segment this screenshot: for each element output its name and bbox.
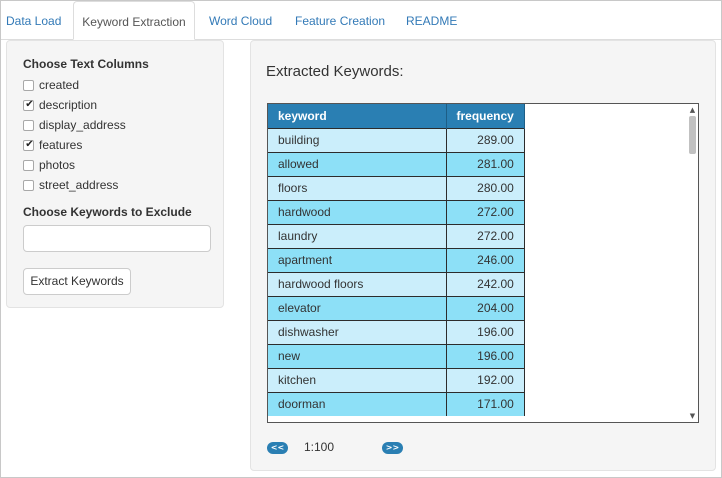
- table-row[interactable]: laundry 272.00: [268, 223, 525, 248]
- table-row[interactable]: new 196.00: [268, 343, 525, 368]
- tab-data-load[interactable]: Data Load: [6, 1, 61, 39]
- keywords-table-container[interactable]: keyword frequency building 289.00 allowed 2…: [267, 103, 699, 423]
- table-scrollbar[interactable]: ▲ ▼: [687, 104, 698, 422]
- table-body: building 289.00 allowed 281.00 floors 280.00 h…: [268, 127, 525, 416]
- column-header-frequency[interactable]: frequency: [446, 104, 525, 128]
- next-page-button[interactable]: >>: [382, 442, 403, 454]
- check-icon: ✔: [25, 99, 34, 110]
- checkbox[interactable]: ✔: [23, 99, 34, 111]
- checkbox-label: photos: [39, 158, 76, 172]
- checkbox[interactable]: ✔: [23, 139, 34, 151]
- frequency-cell: 196.00: [446, 343, 525, 368]
- frequency-cell: 281.00: [446, 151, 525, 176]
- main-panel: Extracted Keywords: keyword frequency bu…: [250, 40, 716, 471]
- frequency-cell: 246.00: [446, 247, 525, 272]
- previous-page-button[interactable]: <<: [267, 442, 288, 454]
- sidebar-panel: Choose Text Columns created ✔ descriptio…: [6, 40, 224, 308]
- frequency-cell: 280.00: [446, 175, 525, 200]
- scroll-thumb[interactable]: [689, 116, 696, 154]
- scroll-down-arrow-icon[interactable]: ▼: [687, 411, 698, 421]
- tab-bar: Data Load Keyword Extraction Word Cloud …: [1, 1, 721, 40]
- table-header-row: keyword frequency: [268, 104, 525, 128]
- table-row[interactable]: dishwasher 196.00: [268, 319, 525, 344]
- checkbox[interactable]: [23, 160, 34, 171]
- column-header-keyword[interactable]: keyword: [268, 104, 447, 128]
- checkbox-label: description: [39, 98, 98, 112]
- app-window: Data Load Keyword Extraction Word Cloud …: [0, 0, 722, 478]
- checkbox-label: street_address: [39, 178, 119, 192]
- table-row[interactable]: hardwood 272.00: [268, 199, 525, 224]
- table-row[interactable]: doorman 171.00: [268, 391, 525, 416]
- keyword-cell: laundry: [268, 223, 447, 248]
- checkbox[interactable]: [23, 120, 34, 131]
- keywords-table: keyword frequency building 289.00 allowed 2…: [268, 104, 525, 416]
- frequency-cell: 192.00: [446, 367, 525, 392]
- exclude-keywords-input[interactable]: [23, 225, 211, 252]
- checkbox[interactable]: [23, 80, 34, 91]
- extracted-keywords-title: Extracted Keywords:: [266, 63, 404, 80]
- table-row[interactable]: hardwood floors 242.00: [268, 271, 525, 296]
- keyword-cell: dishwasher: [268, 319, 447, 344]
- tab-word-cloud[interactable]: Word Cloud: [209, 1, 272, 39]
- tab-readme[interactable]: README: [406, 1, 457, 39]
- keyword-cell: building: [268, 127, 447, 152]
- keyword-cell: allowed: [268, 151, 447, 176]
- keyword-cell: floors: [268, 175, 447, 200]
- keyword-cell: kitchen: [268, 367, 447, 392]
- keyword-cell: hardwood floors: [268, 271, 447, 296]
- keyword-cell: hardwood: [268, 199, 447, 224]
- keyword-cell: new: [268, 343, 447, 368]
- keyword-cell: elevator: [268, 295, 447, 320]
- table-row[interactable]: building 289.00: [268, 127, 525, 152]
- checkbox-label: created: [39, 78, 80, 92]
- keyword-cell: doorman: [268, 391, 447, 416]
- frequency-cell: 242.00: [446, 271, 525, 296]
- table-row[interactable]: elevator 204.00: [268, 295, 525, 320]
- frequency-cell: 204.00: [446, 295, 525, 320]
- text-columns-title: Choose Text Columns: [23, 57, 149, 71]
- table-row[interactable]: kitchen 192.00: [268, 367, 525, 392]
- frequency-cell: 272.00: [446, 199, 525, 224]
- frequency-cell: 289.00: [446, 127, 525, 152]
- frequency-cell: 196.00: [446, 319, 525, 344]
- extract-keywords-button[interactable]: Extract Keywords: [23, 268, 131, 295]
- tab-keyword-extraction[interactable]: Keyword Extraction: [73, 1, 195, 40]
- frequency-cell: 272.00: [446, 223, 525, 248]
- table-row[interactable]: allowed 281.00: [268, 151, 525, 176]
- tab-feature-creation[interactable]: Feature Creation: [295, 1, 385, 39]
- check-icon: ✔: [25, 139, 34, 150]
- checkbox[interactable]: [23, 180, 34, 191]
- frequency-cell: 171.00: [446, 391, 525, 416]
- checkbox-label: display_address: [39, 118, 126, 132]
- keyword-cell: apartment: [268, 247, 447, 272]
- table-row[interactable]: floors 280.00: [268, 175, 525, 200]
- scroll-up-arrow-icon[interactable]: ▲: [687, 105, 698, 115]
- checkbox-label: features: [39, 138, 83, 152]
- exclude-keywords-title: Choose Keywords to Exclude: [23, 205, 192, 219]
- table-row[interactable]: apartment 246.00: [268, 247, 525, 272]
- page-range: 1:100: [304, 440, 335, 454]
